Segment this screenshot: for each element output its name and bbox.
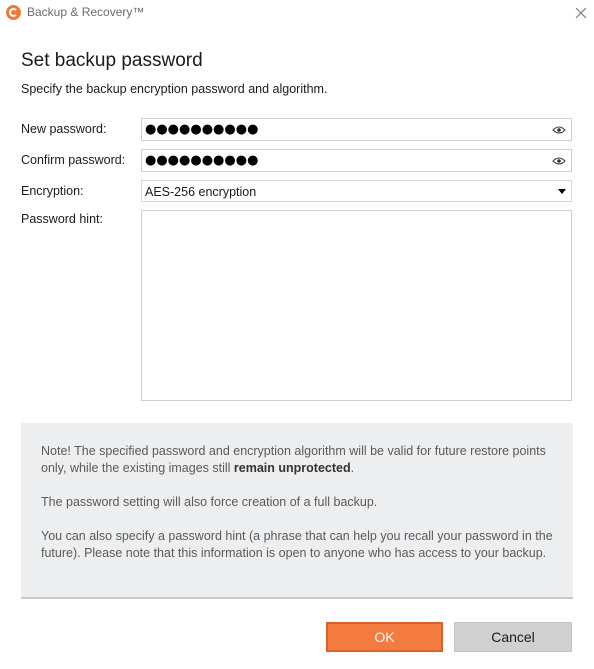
encryption-label: Encryption: (21, 184, 84, 198)
close-icon (575, 7, 587, 19)
app-logo-icon (6, 5, 21, 20)
page-title: Set backup password (21, 50, 203, 71)
eye-icon[interactable] (552, 125, 566, 135)
note-emphasis: remain unprotected (233, 461, 351, 475)
eye-icon[interactable] (552, 156, 566, 166)
confirm-password-label: Confirm password: (21, 153, 126, 167)
title-bar: Backup & Recovery™ (0, 0, 594, 26)
note-paragraph-1: Note! The specified password and encrypt… (41, 443, 556, 477)
cancel-button[interactable]: Cancel (454, 622, 572, 652)
confirm-password-field[interactable]: ●●●●●●●●●● (141, 149, 572, 172)
chevron-down-icon (558, 189, 566, 194)
close-button[interactable] (570, 2, 592, 24)
ok-button[interactable]: OK (326, 622, 443, 652)
confirm-password-value: ●●●●●●●●●● (145, 153, 259, 168)
note-paragraph-2: The password setting will also force cre… (41, 495, 378, 509)
page-subtitle: Specify the backup encryption password a… (21, 82, 328, 96)
encryption-selected-value: AES-256 encryption (145, 185, 257, 199)
password-hint-input[interactable] (141, 210, 572, 401)
encryption-select[interactable]: AES-256 encryption (141, 180, 572, 202)
new-password-value: ●●●●●●●●●● (145, 122, 259, 137)
new-password-label: New password: (21, 122, 107, 136)
new-password-field[interactable]: ●●●●●●●●●● (141, 118, 572, 141)
note-paragraph-3: You can also specify a password hint (a … (41, 529, 553, 560)
note-text-end: . (350, 461, 355, 475)
password-hint-label: Password hint: (21, 212, 103, 226)
note-panel: Note! The specified password and encrypt… (21, 423, 573, 599)
window-title: Backup & Recovery™ (27, 5, 145, 19)
